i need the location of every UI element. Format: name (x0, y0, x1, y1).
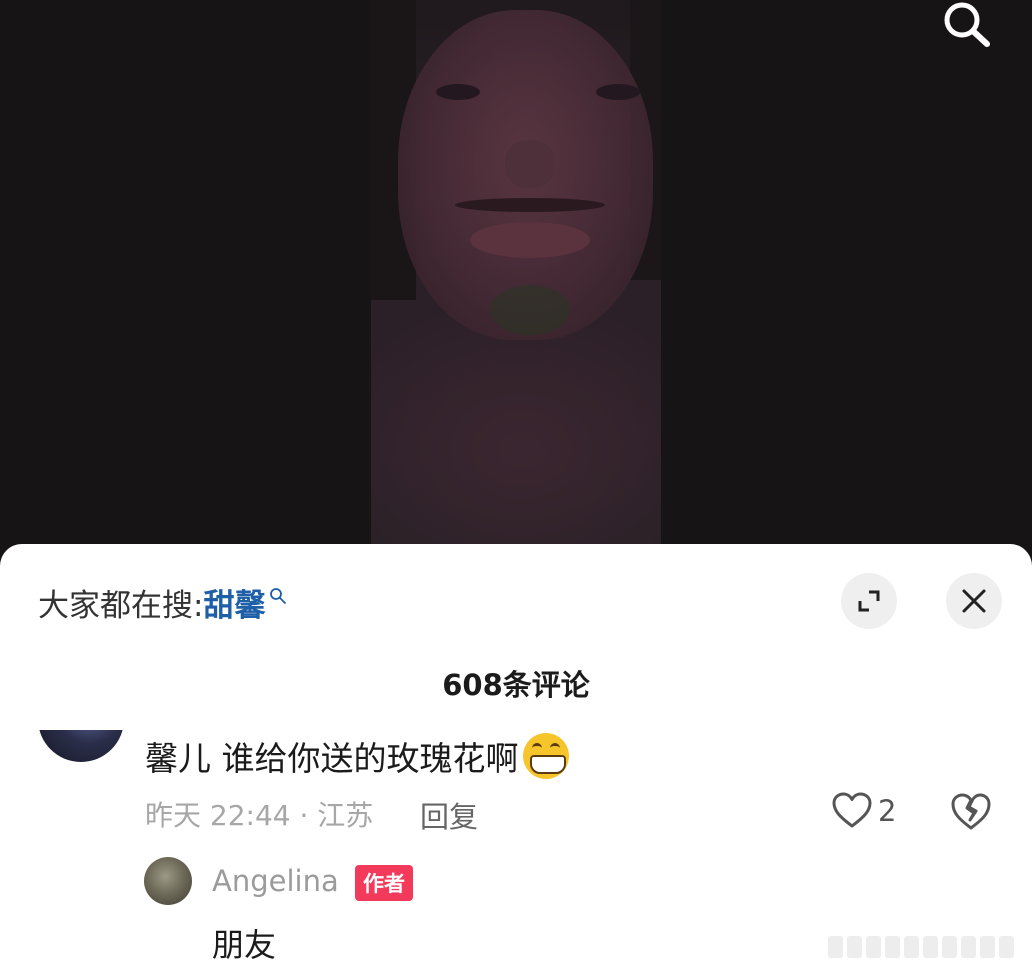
grinning-face-emoji (522, 733, 569, 779)
video-eye-left (436, 84, 480, 100)
like-count: 2 (878, 794, 897, 828)
comment-text[interactable]: 馨儿 谁给你送的玫瑰花啊 (145, 732, 569, 780)
hot-search-bar[interactable]: 大家都在搜: 甜馨 (38, 580, 287, 625)
search-icon[interactable] (938, 0, 994, 48)
reply-username[interactable]: Angelina (212, 864, 339, 898)
heart-icon[interactable] (832, 792, 872, 830)
avatar[interactable] (38, 730, 124, 762)
comment-sheet: 大家都在搜: 甜馨 608条评论 馨儿 谁给你送的玫瑰花啊 昨天 22:44 ·… (0, 544, 1032, 968)
broken-heart-icon[interactable] (950, 792, 992, 832)
close-icon (962, 589, 986, 613)
expand-icon (858, 590, 880, 612)
video-mouth (470, 222, 590, 258)
search-icon (270, 587, 287, 604)
expand-button[interactable] (841, 573, 897, 629)
reply-button[interactable]: 回复 (420, 794, 478, 836)
video-mustache (455, 198, 605, 212)
comment-body: 馨儿 谁给你送的玫瑰花啊 (145, 739, 519, 778)
author-badge: 作者 (355, 865, 413, 901)
reply-text[interactable]: 朋友 (212, 920, 276, 966)
video-chin (490, 285, 570, 335)
video-eye-right (596, 84, 640, 100)
comment-count: 608条评论 (442, 668, 590, 702)
watermark-strip (828, 936, 1024, 958)
comment-meta: 昨天 22:44 · 江苏 (145, 799, 374, 832)
avatar[interactable] (144, 857, 192, 905)
close-button[interactable] (946, 573, 1002, 629)
video-player[interactable] (0, 0, 1032, 560)
hot-search-term[interactable]: 甜馨 (203, 580, 265, 625)
video-nose (505, 140, 555, 188)
hot-search-prefix: 大家都在搜: (38, 588, 204, 624)
